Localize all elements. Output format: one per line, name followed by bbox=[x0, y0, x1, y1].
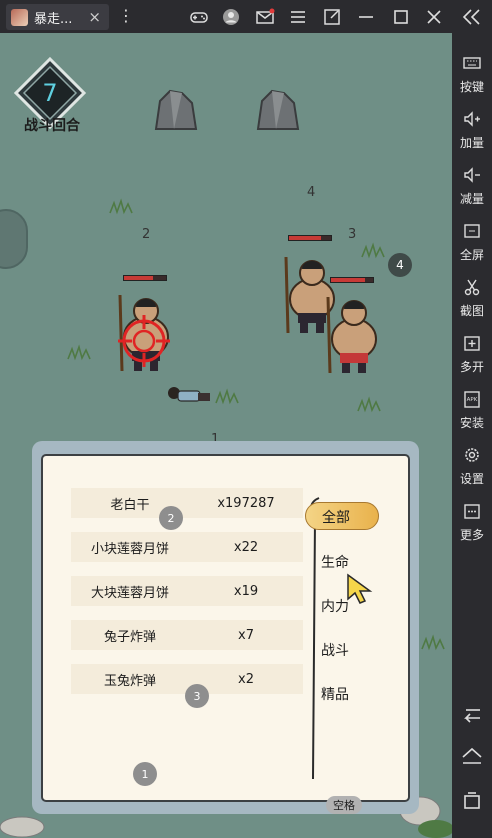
app-tab[interactable]: 暴走... × bbox=[6, 4, 109, 30]
tile-number: 2 bbox=[142, 227, 151, 242]
round-number: 7 bbox=[42, 79, 57, 107]
svg-text:APK: APK bbox=[467, 397, 478, 403]
sidebar-item-screenshot[interactable]: 截图 bbox=[452, 274, 492, 328]
item-quantity: x197287 bbox=[217, 495, 275, 511]
hamburger-menu-icon[interactable] bbox=[287, 6, 309, 28]
enemy-monk[interactable] bbox=[318, 291, 382, 375]
item-quantity: x7 bbox=[238, 627, 254, 643]
multi-instance-icon bbox=[464, 336, 480, 351]
tab-category-internal-power[interactable]: 内力 bbox=[321, 596, 349, 616]
user-avatar-icon[interactable] bbox=[220, 6, 242, 28]
sidebar-item-install[interactable]: APK 安装 bbox=[452, 386, 492, 440]
grass-tuft bbox=[361, 242, 385, 259]
tile-number: 4 bbox=[307, 185, 316, 200]
sidebar-item-multi-instance[interactable]: 多开 bbox=[452, 330, 492, 384]
target-crosshair-icon bbox=[118, 315, 170, 367]
game-viewport[interactable]: 7 战斗回合 2 3 4 1 4 老白干 x197287 小块莲蓉月饼 x22 … bbox=[0, 33, 452, 838]
sidebar-label: 更多 bbox=[459, 528, 484, 542]
rock-obstacle bbox=[256, 89, 300, 130]
item-index-badge[interactable]: 3 bbox=[185, 684, 209, 708]
maximize-icon[interactable] bbox=[390, 6, 412, 28]
sidebar-label: 减量 bbox=[459, 192, 484, 206]
tile-number: 3 bbox=[348, 227, 357, 242]
item-quantity: x2 bbox=[238, 671, 254, 687]
apk-install-icon: APK bbox=[464, 391, 480, 408]
minimize-icon[interactable] bbox=[355, 6, 377, 28]
sidebar-label: 按键 bbox=[459, 80, 484, 94]
item-quantity: x22 bbox=[233, 539, 259, 555]
home-icon[interactable] bbox=[460, 746, 484, 768]
sidebar-label: 全屏 bbox=[459, 248, 484, 262]
inventory-panel: 老白干 x197287 小块莲蓉月饼 x22 大块莲蓉月饼 x19 兔子炸弹 x… bbox=[32, 441, 419, 814]
more-icon bbox=[464, 504, 480, 519]
emulator-sidebar: 按键 加量 减量 全屏 截图 多开 APK 安装 设置 更多 bbox=[452, 0, 492, 838]
item-name: 大块莲蓉月饼 bbox=[90, 585, 169, 601]
item-quantity: x19 bbox=[233, 583, 259, 599]
mail-icon[interactable] bbox=[254, 6, 276, 28]
close-icon[interactable] bbox=[423, 6, 445, 28]
item-name: 兔子炸弹 bbox=[103, 629, 156, 645]
sidebar-label: 加量 bbox=[459, 136, 484, 150]
item-index-badge[interactable]: 2 bbox=[159, 506, 183, 530]
sidebar-label: 截图 bbox=[459, 304, 484, 318]
round-label: 战斗回合 bbox=[24, 118, 80, 134]
inventory-item[interactable]: 大块莲蓉月饼 x19 bbox=[71, 576, 303, 606]
grass-tuft bbox=[357, 396, 381, 413]
item-name: 玉兔炸弹 bbox=[103, 673, 156, 689]
enemy-hp-bar bbox=[123, 275, 167, 281]
enemy-hp-fill bbox=[124, 276, 154, 280]
grass-tuft bbox=[421, 634, 445, 651]
sidebar-item-settings[interactable]: 设置 bbox=[452, 442, 492, 496]
keyboard-icon bbox=[463, 57, 481, 69]
category-divider bbox=[309, 497, 320, 780]
tab-category-health[interactable]: 生命 bbox=[321, 552, 349, 572]
inventory-item[interactable]: 小块莲蓉月饼 x22 bbox=[71, 532, 303, 562]
mouse-cursor-icon bbox=[347, 573, 373, 604]
tab-category-premium[interactable]: 精品 bbox=[321, 684, 349, 704]
inventory-panel-body: 老白干 x197287 小块莲蓉月饼 x22 大块莲蓉月饼 x19 兔子炸弹 x… bbox=[41, 454, 410, 802]
back-icon[interactable] bbox=[460, 704, 484, 726]
sidebar-label: 安装 bbox=[459, 416, 484, 430]
emulator-top-bar: 暴走... × ⋮ bbox=[0, 0, 452, 33]
tab-category-combat[interactable]: 战斗 bbox=[321, 640, 349, 660]
app-tab-icon bbox=[11, 8, 28, 26]
volume-down-icon bbox=[464, 167, 480, 183]
sidebar-item-volume-up[interactable]: 加量 bbox=[452, 106, 492, 160]
pin-window-icon[interactable] bbox=[321, 6, 343, 28]
collapse-sidebar-icon[interactable] bbox=[460, 6, 484, 28]
tab-category-all[interactable]: 全部 bbox=[305, 502, 379, 530]
inventory-item[interactable]: 老白干 x197287 bbox=[71, 488, 303, 518]
enemy-hp-bar bbox=[288, 235, 332, 241]
recent-apps-icon[interactable] bbox=[460, 790, 484, 812]
sidebar-item-fullscreen[interactable]: 全屏 bbox=[452, 218, 492, 272]
volume-up-icon bbox=[464, 111, 480, 127]
sidebar-item-keys[interactable]: 按键 bbox=[452, 50, 492, 104]
gamepad-icon[interactable] bbox=[188, 6, 210, 28]
gear-icon bbox=[465, 448, 479, 462]
rock-obstacle bbox=[154, 89, 198, 130]
grass-tuft bbox=[215, 388, 239, 405]
side-panel-handle[interactable] bbox=[0, 209, 28, 269]
enemy-group-badge[interactable]: 4 bbox=[388, 253, 412, 277]
fullscreen-icon bbox=[464, 224, 480, 238]
space-key-button[interactable]: 空格 bbox=[326, 796, 362, 814]
item-name: 小块莲蓉月饼 bbox=[90, 541, 169, 557]
tab-title: 暴走... bbox=[34, 11, 73, 27]
sidebar-label: 多开 bbox=[459, 360, 484, 374]
sidebar-label: 设置 bbox=[459, 472, 484, 486]
grass-tuft bbox=[67, 344, 91, 361]
tab-close-icon[interactable]: × bbox=[88, 8, 101, 26]
inventory-item[interactable]: 兔子炸弹 x7 bbox=[71, 620, 303, 650]
category-label: 全部 bbox=[322, 510, 350, 526]
enemy-hp-fill bbox=[289, 236, 321, 240]
sidebar-item-volume-down[interactable]: 减量 bbox=[452, 162, 492, 216]
scissors-icon bbox=[464, 279, 480, 296]
grass-tuft bbox=[109, 198, 133, 215]
item-index-badge[interactable]: 1 bbox=[133, 762, 157, 786]
sidebar-item-more[interactable]: 更多 bbox=[452, 498, 492, 552]
player-character[interactable] bbox=[164, 381, 214, 411]
tab-menu-icon[interactable]: ⋮ bbox=[118, 7, 134, 25]
